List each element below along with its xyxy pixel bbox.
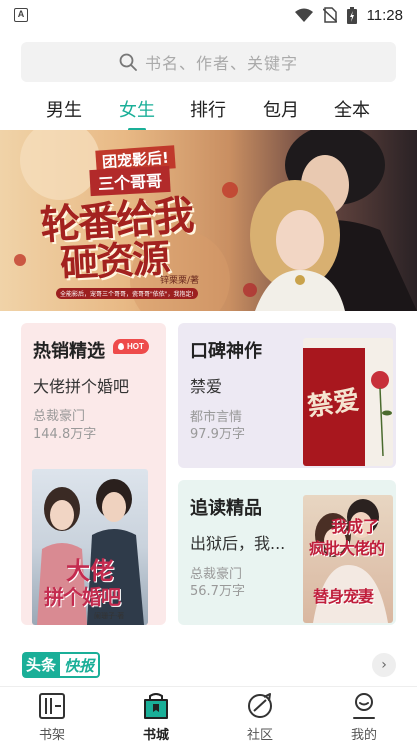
cover-title-3: 替身宠妻 [313, 587, 374, 606]
nav-profile[interactable]: 我的 [334, 691, 394, 743]
chevron-right-icon[interactable]: › [372, 653, 396, 677]
nav-bookshelf[interactable]: 书架 [22, 691, 82, 743]
profile-icon [353, 693, 375, 719]
no-sim-icon [322, 7, 337, 23]
book-title: 出狱后，我... [190, 534, 286, 553]
nav-label: 书城 [142, 728, 169, 743]
tab-completed[interactable]: 全本 [334, 96, 370, 122]
bottom-navigation: 书架 书城 社区 我的 [0, 686, 417, 743]
category-tabs: 男生 女生 排行 包月 全本 [0, 92, 417, 131]
nav-label: 社区 [246, 728, 273, 743]
battery-icon [346, 6, 357, 24]
nav-bookstore[interactable]: 书城 [126, 691, 186, 743]
cover-title-2: 拼个婚吧 [44, 585, 121, 609]
banner-title-line4: 砸资源 [59, 235, 170, 286]
book-cover[interactable]: 禁爱 [303, 338, 393, 466]
hot-badge: HOT [113, 339, 149, 354]
tab-ranking[interactable]: 排行 [190, 96, 226, 122]
bookstore-icon [144, 693, 168, 719]
tab-monthly[interactable]: 包月 [263, 96, 299, 122]
headline-label-1: 头条 [22, 652, 61, 678]
banner-tagline: 全能影后，宠哥三个哥哥，瓷哥哥"依依"，我抱定! [56, 288, 198, 299]
cover-title: 禁爱 [305, 385, 362, 423]
card-title: 追读精品 [190, 498, 262, 519]
book-word-count: 97.9万字 [190, 427, 245, 442]
search-placeholder: 书名、作者、关键字 [144, 54, 298, 73]
card-title: 热销精选 [33, 341, 105, 362]
tab-boys[interactable]: 男生 [46, 96, 82, 122]
book-title: 禁爱 [190, 377, 223, 396]
cover-author: 阑珊子·著 [94, 612, 125, 620]
book-word-count: 144.8万字 [33, 427, 97, 442]
banner-author: 锌栗栗/著 [160, 276, 200, 286]
card-trending-reads[interactable]: 追读精品 出狱后，我... 总裁豪门 56.7万字 我成了 疯批大佬的 替身宠妻 [178, 480, 396, 625]
wifi-icon [294, 8, 313, 22]
card-word-of-mouth[interactable]: 口碑神作 禁爱 都市言情 97.9万字 禁爱 [178, 323, 396, 468]
book-title: 大佬拼个婚吧 [33, 377, 130, 396]
card-title: 口碑神作 [190, 341, 262, 362]
nav-label: 书架 [38, 728, 65, 743]
book-cover[interactable]: 大佬 拼个婚吧 阑珊子·著 [32, 469, 148, 625]
search-bar[interactable]: 书名、作者、关键字 [21, 42, 396, 82]
community-icon [248, 693, 272, 718]
nav-community[interactable]: 社区 [230, 691, 290, 743]
cover-title-1: 我成了 [331, 517, 380, 536]
status-time: 11:28 [366, 6, 403, 24]
book-word-count: 56.7万字 [190, 584, 245, 599]
search-icon [119, 53, 137, 71]
status-icons: 11:28 [294, 6, 403, 24]
book-cover[interactable]: 我成了 疯批大佬的 替身宠妻 [303, 495, 393, 623]
headline-label-2: 快报 [60, 652, 101, 678]
headline-news[interactable]: 头条 快报 › [22, 651, 396, 679]
card-hot-picks[interactable]: 热销精选 HOT 大佬拼个婚吧 总裁豪门 144.8万字 大佬 拼个婚吧 阑珊子… [21, 323, 166, 625]
rose-icon [371, 371, 392, 457]
promo-banner[interactable]: 团宠影后! 三个哥哥 轮番给我 砸资源 锌栗栗/著 全能影后，宠哥三个哥哥，瓷哥… [0, 130, 417, 311]
nav-label: 我的 [350, 728, 377, 743]
app-notification-icon: A [14, 8, 28, 22]
book-genre: 总裁豪门 [33, 409, 86, 424]
bookshelf-icon [39, 693, 65, 719]
tab-girls[interactable]: 女生 [119, 96, 155, 122]
status-bar: A 11:28 [0, 0, 417, 30]
cover-title-2: 疯批大佬的 [309, 539, 385, 558]
headline-logo: 头条 快报 [22, 651, 101, 679]
